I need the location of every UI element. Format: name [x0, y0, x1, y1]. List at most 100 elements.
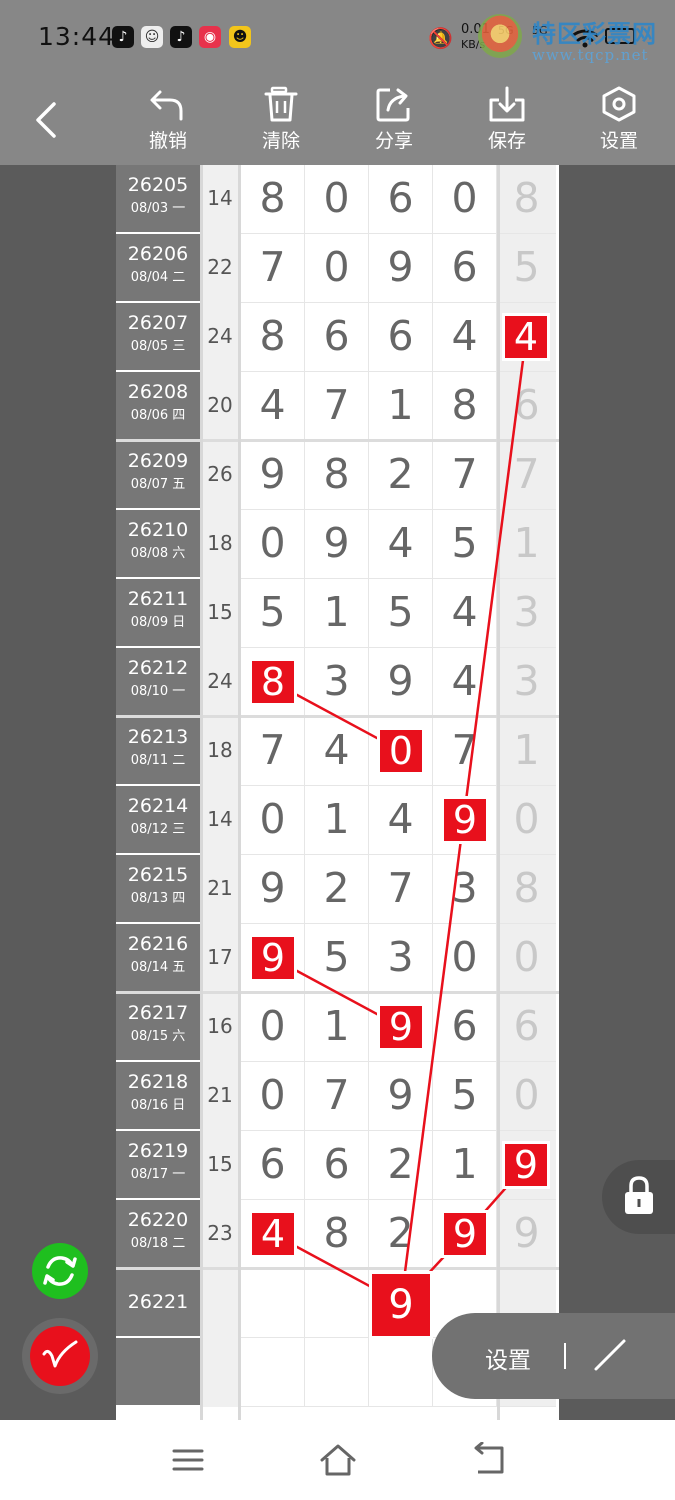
highlighted-digit[interactable]: 9 [251, 936, 294, 978]
lock-button[interactable] [602, 1160, 675, 1234]
digit-cell[interactable]: 9 [241, 924, 305, 993]
digit-cell[interactable]: 6 [433, 234, 497, 303]
digit-cell[interactable]: 4 [433, 303, 497, 372]
digit-cell[interactable]: 9 [369, 648, 433, 717]
pen-button[interactable] [22, 1318, 98, 1394]
digit-cell[interactable]: 9 [241, 441, 305, 510]
digit-cell[interactable]: 2 [305, 855, 369, 924]
digit-cell[interactable] [369, 1338, 433, 1407]
digit-cell[interactable] [241, 1338, 305, 1407]
digit-cell[interactable] [305, 1269, 369, 1338]
digit-cell[interactable]: 4 [433, 579, 497, 648]
digit-cell[interactable]: 1 [305, 993, 369, 1062]
digit-cell[interactable]: 1 [369, 372, 433, 441]
digit-cell[interactable]: 3 [433, 855, 497, 924]
digit-cell[interactable]: 0 [369, 717, 433, 786]
digit-cell[interactable]: 3 [305, 648, 369, 717]
digit-cell[interactable]: 7 [433, 441, 497, 510]
digit-cell[interactable]: 6 [369, 165, 433, 234]
digit-cell[interactable]: 4 [305, 717, 369, 786]
extra-digit-cell[interactable]: 0 [497, 786, 556, 855]
extra-digit-cell[interactable]: 0 [497, 1062, 556, 1131]
digit-cell[interactable]: 4 [369, 786, 433, 855]
digit-cell[interactable]: 6 [305, 1131, 369, 1200]
digit-cell[interactable]: 0 [433, 924, 497, 993]
digit-cell[interactable]: 4 [369, 510, 433, 579]
highlighted-digit[interactable]: 9 [379, 1005, 422, 1047]
floating-settings-button[interactable]: 设置 [485, 1341, 531, 1375]
digit-cell[interactable]: 7 [241, 717, 305, 786]
extra-digit-cell[interactable]: 3 [497, 579, 556, 648]
digit-cell[interactable]: 4 [241, 1200, 305, 1269]
share-button[interactable]: 分享 [349, 86, 439, 158]
digit-cell[interactable]: 4 [241, 372, 305, 441]
digit-cell[interactable]: 1 [305, 579, 369, 648]
digit-cell[interactable]: 5 [369, 579, 433, 648]
digit-cell[interactable]: 2 [369, 1200, 433, 1269]
digit-cell[interactable]: 9 [241, 855, 305, 924]
undo-button[interactable]: 撤销 [123, 86, 213, 158]
extra-digit-cell[interactable]: 9 [497, 1131, 556, 1200]
highlighted-digit[interactable]: 8 [251, 660, 294, 702]
digit-cell[interactable]: 7 [433, 717, 497, 786]
clear-button[interactable]: 清除 [236, 86, 326, 158]
digit-cell[interactable]: 0 [305, 234, 369, 303]
back-button[interactable] [28, 98, 68, 142]
digit-cell[interactable]: 1 [305, 786, 369, 855]
extra-digit-cell[interactable]: 8 [497, 165, 556, 234]
digit-cell[interactable]: 8 [241, 165, 305, 234]
highlighted-digit[interactable]: 4 [505, 315, 548, 357]
extra-digit-cell[interactable]: 0 [497, 924, 556, 993]
digit-cell[interactable]: 0 [305, 165, 369, 234]
digit-cell[interactable]: 8 [305, 441, 369, 510]
digit-cell[interactable]: 6 [433, 993, 497, 1062]
refresh-button[interactable] [32, 1243, 88, 1299]
digit-cell[interactable]: 9 [369, 1062, 433, 1131]
digit-cell[interactable]: 7 [241, 234, 305, 303]
digit-cell[interactable]: 8 [241, 648, 305, 717]
highlighted-digit[interactable]: 9 [443, 1212, 486, 1254]
digit-cell[interactable]: 7 [305, 1062, 369, 1131]
digit-cell[interactable]: 5 [433, 510, 497, 579]
extra-digit-cell[interactable]: 1 [497, 717, 556, 786]
digit-cell[interactable]: 0 [433, 165, 497, 234]
digit-cell[interactable]: 5 [305, 924, 369, 993]
extra-digit-cell[interactable]: 8 [497, 855, 556, 924]
extra-digit-cell[interactable]: 4 [497, 303, 556, 372]
digit-cell[interactable]: 0 [241, 993, 305, 1062]
extra-digit-cell[interactable]: 5 [497, 234, 556, 303]
highlighted-digit[interactable]: 9 [371, 1273, 430, 1335]
trend-grid[interactable]: 26205 08/03 一 14 8 0 6 0 8 26206 08/04 二 22 7 0 9 6 5 26… [116, 165, 559, 1420]
digit-cell[interactable]: 8 [241, 303, 305, 372]
extra-digit-cell[interactable]: 9 [497, 1200, 556, 1269]
highlighted-digit[interactable]: 0 [379, 729, 422, 771]
digit-cell[interactable]: 7 [305, 372, 369, 441]
extra-digit-cell[interactable]: 3 [497, 648, 556, 717]
digit-cell[interactable]: 2 [369, 1131, 433, 1200]
highlighted-digit[interactable]: 9 [505, 1143, 548, 1185]
digit-cell[interactable]: 2 [369, 441, 433, 510]
digit-cell[interactable]: 5 [433, 1062, 497, 1131]
nav-back-button[interactable] [468, 1441, 508, 1478]
extra-digit-cell[interactable]: 7 [497, 441, 556, 510]
digit-cell[interactable]: 0 [241, 510, 305, 579]
digit-cell[interactable]: 6 [241, 1131, 305, 1200]
digit-cell[interactable] [241, 1269, 305, 1338]
digit-cell[interactable]: 4 [433, 648, 497, 717]
digit-cell[interactable]: 5 [241, 579, 305, 648]
digit-cell[interactable]: 1 [433, 1131, 497, 1200]
highlighted-digit[interactable]: 4 [251, 1212, 294, 1254]
save-button[interactable]: 保存 [462, 86, 552, 158]
highlighted-digit[interactable]: 9 [443, 798, 486, 840]
extra-digit-cell[interactable]: 1 [497, 510, 556, 579]
line-tool-button[interactable] [590, 1335, 630, 1375]
extra-digit-cell[interactable]: 6 [497, 993, 556, 1062]
digit-cell[interactable]: 8 [433, 372, 497, 441]
nav-menu-button[interactable] [168, 1442, 208, 1478]
digit-cell[interactable]: 9 [369, 993, 433, 1062]
nav-home-button[interactable] [318, 1442, 358, 1478]
digit-cell[interactable]: 6 [305, 303, 369, 372]
extra-digit-cell[interactable]: 6 [497, 372, 556, 441]
digit-cell[interactable]: 8 [305, 1200, 369, 1269]
settings-button[interactable]: 设置 [574, 86, 664, 158]
